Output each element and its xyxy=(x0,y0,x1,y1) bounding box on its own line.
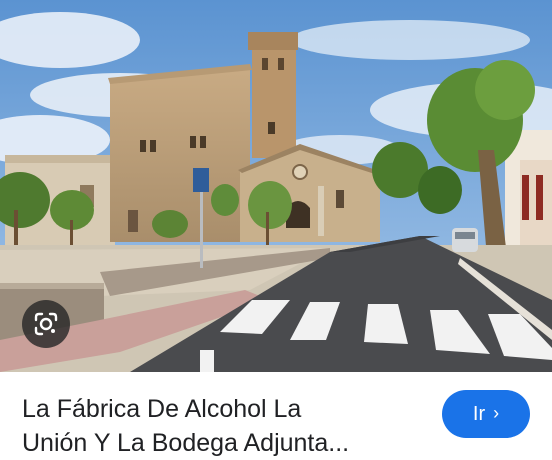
go-button-label: Ir xyxy=(472,402,486,425)
go-button[interactable]: Ir › xyxy=(442,390,530,438)
result-title[interactable]: La Fábrica De Alcohol La Unión Y La Bode… xyxy=(22,392,422,460)
result-caption: La Fábrica De Alcohol La Unión Y La Bode… xyxy=(0,372,552,460)
google-lens-button[interactable] xyxy=(22,300,70,348)
result-card[interactable]: La Fábrica De Alcohol La Unión Y La Bode… xyxy=(0,0,552,460)
street-building-image xyxy=(0,0,552,372)
chevron-right-icon: › xyxy=(493,403,500,423)
google-lens-icon xyxy=(34,312,58,336)
result-photo[interactable] xyxy=(0,0,552,372)
